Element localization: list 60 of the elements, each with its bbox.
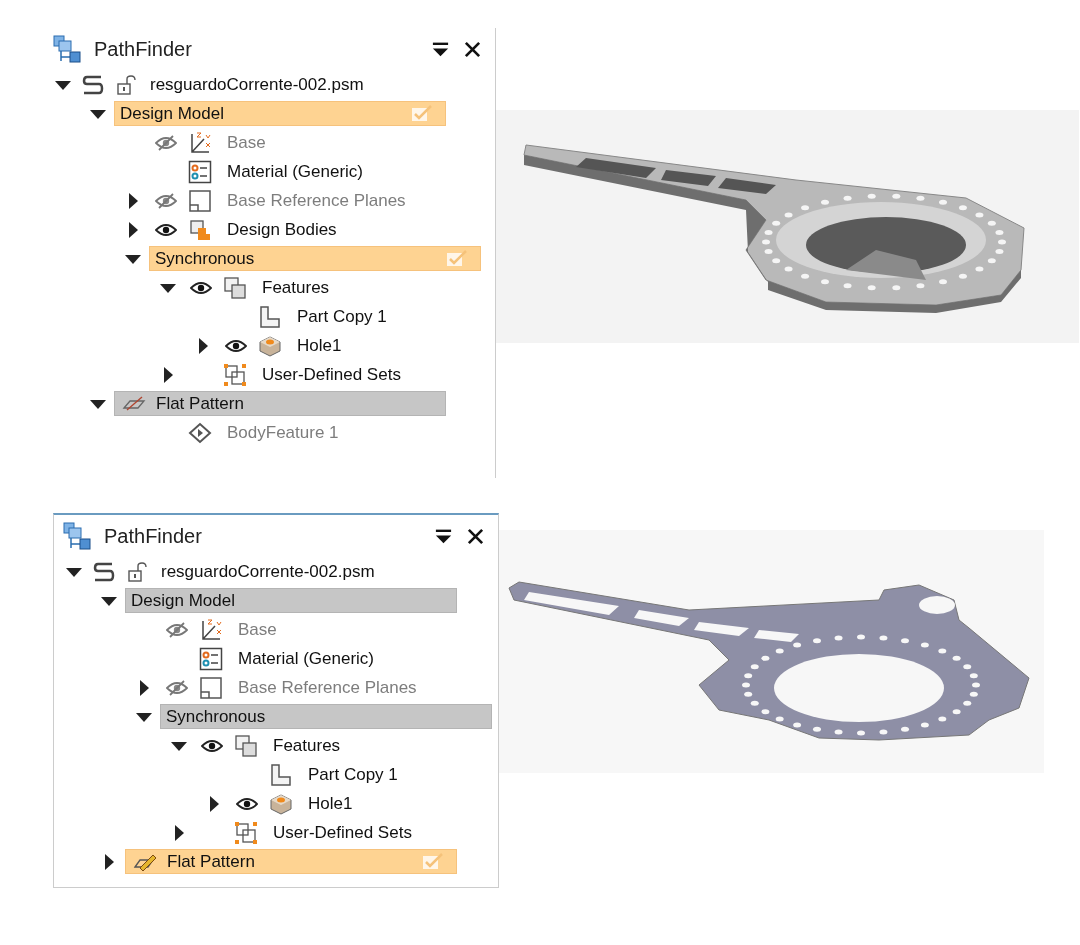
- environment-row[interactable]: Design Model: [125, 588, 457, 613]
- tree-item[interactable]: Part Copy 1: [297, 306, 387, 327]
- sets-icon: [234, 820, 258, 845]
- unlocked-icon: [116, 73, 138, 96]
- coordinate-system-icon: [199, 617, 223, 642]
- tree-item[interactable]: Hole1: [297, 335, 342, 356]
- hidden-eye-icon[interactable]: [166, 679, 188, 696]
- part-copy-icon: [258, 304, 282, 329]
- tree-item[interactable]: Material (Generic): [227, 161, 364, 182]
- panel-title: PathFinder: [94, 37, 193, 61]
- material-icon: [188, 159, 212, 184]
- sets-icon: [223, 362, 247, 387]
- panel-title: PathFinder: [104, 524, 203, 548]
- bodies-icon: [188, 217, 212, 242]
- eye-icon[interactable]: [201, 737, 223, 754]
- eye-icon[interactable]: [155, 221, 177, 238]
- tree-item[interactable]: Base: [227, 132, 266, 153]
- features-icon: [234, 733, 258, 758]
- check-icon: [422, 852, 444, 871]
- close-icon[interactable]: [466, 526, 485, 546]
- tree-item[interactable]: Base Reference Planes: [227, 190, 406, 211]
- unlocked-icon: [127, 560, 149, 583]
- planes-icon: [199, 675, 223, 700]
- viewport-background[interactable]: [499, 530, 1044, 773]
- tree-item[interactable]: User-Defined Sets: [273, 822, 412, 843]
- hidden-eye-icon[interactable]: [155, 192, 177, 209]
- environment-row[interactable]: Flat Pattern: [114, 391, 446, 416]
- hidden-eye-icon[interactable]: [155, 134, 177, 151]
- environment-row[interactable]: Synchronous: [160, 704, 492, 729]
- eye-icon[interactable]: [225, 337, 247, 354]
- hidden-eye-icon[interactable]: [166, 621, 188, 638]
- viewport-background[interactable]: [496, 110, 1079, 343]
- tree-item[interactable]: Base: [238, 619, 277, 640]
- body-feature-icon: [188, 420, 212, 445]
- pathfinder-icon: [63, 522, 91, 550]
- tree-item[interactable]: Design Bodies: [227, 219, 337, 240]
- eye-icon[interactable]: [190, 279, 212, 296]
- environment-row[interactable]: Synchronous: [149, 246, 481, 271]
- tree-item[interactable]: Part Copy 1: [308, 764, 398, 785]
- eye-icon[interactable]: [236, 795, 258, 812]
- environment-row[interactable]: Design Model: [114, 101, 446, 126]
- tree-item[interactable]: Features: [273, 735, 341, 756]
- tree-item[interactable]: Material (Generic): [238, 648, 375, 669]
- coordinate-system-icon: [188, 130, 212, 155]
- environment-row[interactable]: Flat Pattern: [125, 849, 457, 874]
- check-icon: [411, 104, 433, 123]
- document-name: resguardoCorrente-002.psm: [161, 561, 375, 582]
- tree-item[interactable]: BodyFeature 1: [227, 422, 339, 443]
- tree-item[interactable]: Features: [262, 277, 330, 298]
- planes-icon: [188, 188, 212, 213]
- tree-item[interactable]: Hole1: [308, 793, 353, 814]
- features-icon: [223, 275, 247, 300]
- check-icon: [446, 249, 468, 268]
- pathfinder-icon: [53, 35, 81, 63]
- close-icon[interactable]: [463, 39, 482, 59]
- document-name: resguardoCorrente-002.psm: [150, 74, 364, 95]
- tree-item[interactable]: Base Reference Planes: [238, 677, 417, 698]
- tree-item[interactable]: User-Defined Sets: [262, 364, 401, 385]
- material-icon: [199, 646, 223, 671]
- part-copy-icon: [269, 762, 293, 787]
